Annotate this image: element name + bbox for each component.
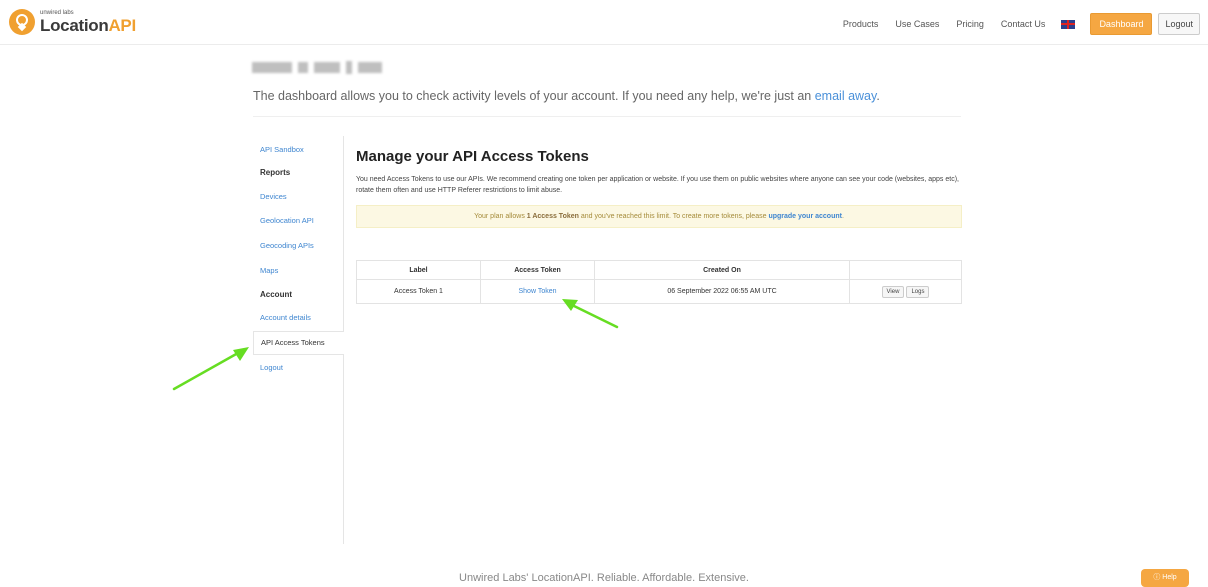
help-icon: ⓘ [1153, 574, 1161, 581]
arrow-to-show-token [562, 299, 619, 329]
arrow-to-api-access-tokens [172, 347, 249, 391]
arrow-annotations [172, 299, 619, 391]
footer-tagline: Unwired Labs' LocationAPI. Reliable. Aff… [459, 572, 749, 584]
help-button[interactable]: ⓘ Help [1141, 569, 1189, 587]
